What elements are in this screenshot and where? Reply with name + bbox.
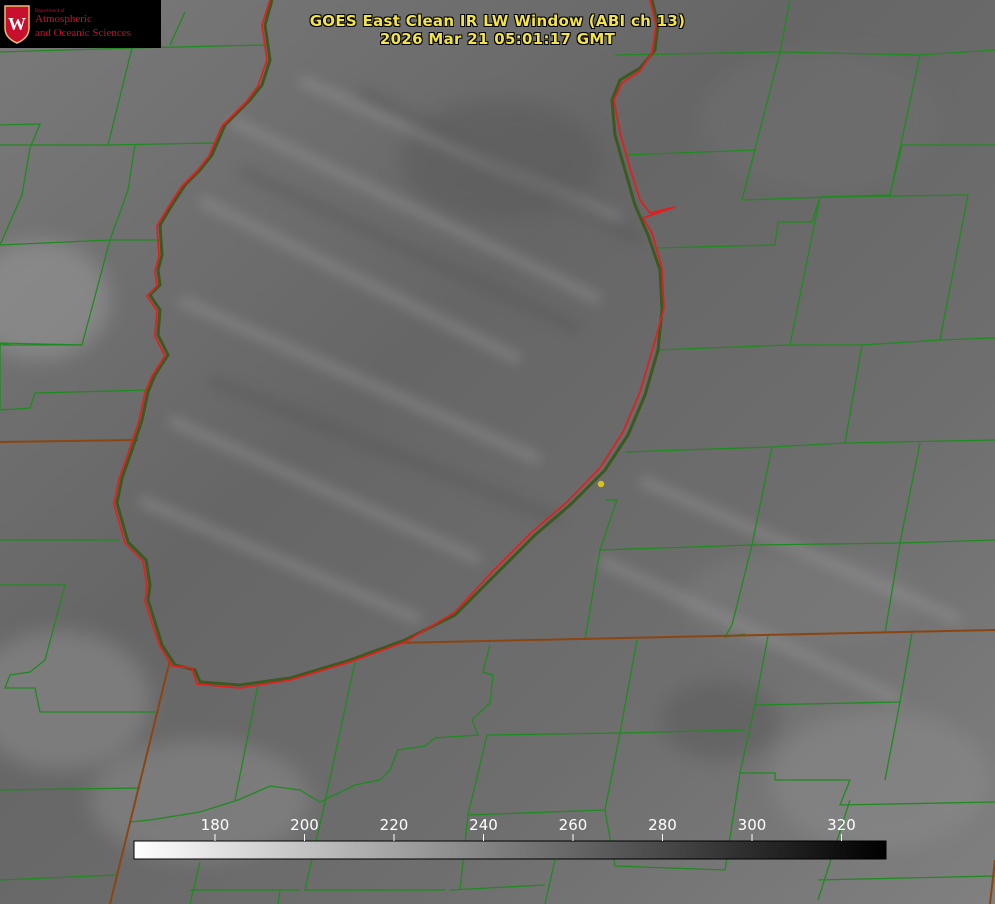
colorbar-tick-label: 240 bbox=[469, 816, 498, 834]
colorbar-tick-label: 200 bbox=[290, 816, 319, 834]
colorbar-tick-label: 300 bbox=[738, 816, 767, 834]
colorbar-gradient bbox=[133, 840, 887, 860]
colorbar-tick-label: 320 bbox=[827, 816, 856, 834]
colorbar-tick-label: 220 bbox=[380, 816, 409, 834]
colorbar-tick-label: 280 bbox=[648, 816, 677, 834]
colorbar-ticks: 180 200 220 240 260 280 300 320 bbox=[201, 816, 856, 841]
colorbar: 180 200 220 240 260 280 300 320 bbox=[133, 816, 887, 860]
colorbar-tick-label: 180 bbox=[201, 816, 230, 834]
satellite-map-view: W Department of Atmospheric and Oceanic … bbox=[0, 0, 995, 904]
colorbar-tick-label: 260 bbox=[559, 816, 588, 834]
